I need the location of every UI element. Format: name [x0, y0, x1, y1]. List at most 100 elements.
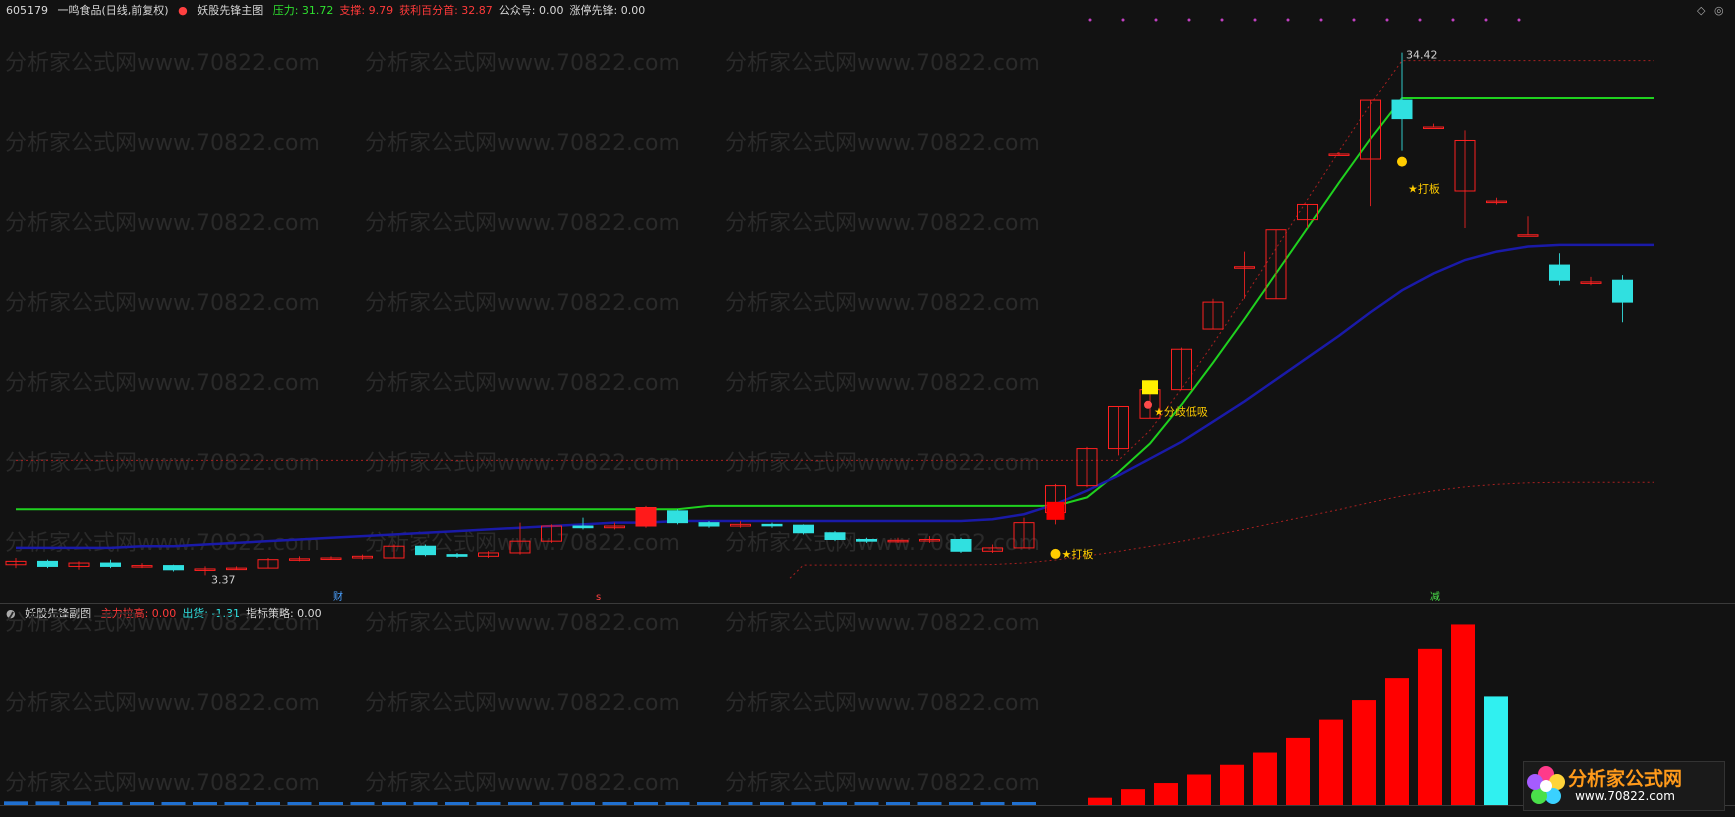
watermark-text: 分析家公式网www.70822.com	[365, 611, 680, 636]
top-dot-marker	[1121, 18, 1125, 22]
watermark-text: 分析家公式网www.70822.com	[5, 291, 320, 316]
watermark-text: 分析家公式网www.70822.com	[725, 51, 1040, 76]
volume-bar	[1154, 783, 1178, 805]
watermark-text: 分析家公式网www.70822.com	[5, 611, 320, 636]
volume-bar	[1286, 737, 1310, 805]
top-dot-marker	[1286, 18, 1290, 22]
volume-bar	[665, 802, 690, 805]
candle-body	[37, 560, 58, 567]
volume-bar	[1012, 802, 1036, 805]
candle-body	[100, 562, 121, 567]
upper-band-line	[16, 60, 1654, 461]
volume-bar	[193, 802, 217, 805]
candle-body	[698, 522, 720, 527]
volume-bar	[130, 802, 154, 805]
candle-body	[1612, 279, 1633, 303]
signal-fenshi-label: ★分歧低吸	[1154, 406, 1208, 419]
logo-title: 分析家公式网	[1568, 768, 1683, 790]
watermark-text: 分析家公式网www.70822.com	[5, 691, 320, 716]
watermark-text: 分析家公式网www.70822.com	[725, 771, 1040, 796]
volume-bar	[1088, 797, 1112, 805]
watermark-text: 分析家公式网www.70822.com	[725, 611, 1040, 636]
signal-daban-label: ★打板	[1062, 547, 1094, 561]
watermark-text: 分析家公式网www.70822.com	[365, 771, 680, 796]
price-chart-canvas[interactable]: 分析家公式网www.70822.com 分析家公式网www.70822.com 分析…	[0, 0, 1735, 817]
watermark-text: 分析家公式网www.70822.com	[365, 451, 680, 476]
watermark-text: 分析家公式网www.70822.com	[5, 371, 320, 396]
watermark-text: 分析家公式网www.70822.com	[365, 131, 680, 156]
volume-bar	[413, 802, 438, 805]
watermark-text: 分析家公式网www.70822.com	[365, 531, 680, 556]
volume-bar	[161, 802, 186, 805]
volume-bar	[760, 802, 784, 805]
watermark-text: 分析家公式网www.70822.com	[5, 771, 320, 796]
volume-bar	[917, 802, 942, 805]
marker-s: s	[596, 592, 601, 603]
volume-bar	[886, 802, 910, 805]
top-dot-marker	[1253, 18, 1257, 22]
top-dot-marker	[1451, 18, 1455, 22]
volume-bar	[1121, 789, 1145, 805]
volume-bar	[1418, 648, 1442, 805]
marker-cai: 财	[333, 590, 343, 603]
volume-bar	[1451, 624, 1475, 805]
top-dot-marker	[1220, 18, 1224, 22]
flower-logo-icon	[1524, 764, 1568, 808]
watermark-text: 分析家公式网www.70822.com	[365, 371, 680, 396]
watermark-text: 分析家公式网www.70822.com	[725, 211, 1040, 236]
volume-bar	[1187, 774, 1211, 805]
volume-bar	[445, 802, 469, 805]
volume-bar	[1319, 719, 1343, 805]
volume-bar	[4, 801, 28, 805]
volume-bar	[35, 801, 60, 805]
candle-body	[667, 510, 688, 524]
signal-daban-label-2: ★打板	[1408, 182, 1440, 196]
volume-bar	[697, 802, 721, 805]
watermark-text: 分析家公式网www.70822.com	[365, 291, 680, 316]
volume-bar	[980, 802, 1005, 805]
volume-bar	[476, 802, 501, 805]
watermark-text: 分析家公式网www.70822.com	[725, 291, 1040, 316]
watermark-text: 分析家公式网www.70822.com	[5, 451, 320, 476]
volume-bar	[1385, 678, 1409, 805]
volume-bar	[854, 802, 879, 805]
watermark-text: 分析家公式网www.70822.com	[5, 211, 320, 236]
watermark-text: 分析家公式网www.70822.com	[5, 131, 320, 156]
watermark-text: 分析家公式网www.70822.com	[5, 51, 320, 76]
high-price-label: 34.42	[1406, 49, 1438, 62]
volume-bar	[1220, 764, 1244, 805]
logo-url: www.70822.com	[1575, 789, 1675, 803]
volume-bar	[634, 802, 658, 805]
marker-jian: 减	[1430, 591, 1440, 603]
volume-bar	[571, 802, 595, 805]
candle-body	[1391, 99, 1413, 120]
candle-body	[761, 523, 783, 527]
volume-bar	[67, 801, 91, 805]
candle-body	[793, 524, 814, 534]
yellow-signal-box	[1142, 380, 1158, 395]
watermark-text: 分析家公式网www.70822.com	[725, 451, 1040, 476]
top-dot-marker	[1088, 18, 1092, 22]
volume-bar	[823, 802, 847, 805]
candle-body	[1517, 234, 1539, 237]
watermark-text: 分析家公式网www.70822.com	[5, 531, 320, 556]
watermark-text: 分析家公式网www.70822.com	[365, 691, 680, 716]
candle-body	[572, 525, 594, 529]
top-dot-marker	[1484, 18, 1488, 22]
wifi-signal-icon	[1144, 400, 1152, 409]
top-dot-marker	[1319, 18, 1323, 22]
candle-body	[163, 565, 184, 571]
watermark-text: 分析家公式网www.70822.com	[725, 371, 1040, 396]
volume-bar	[287, 802, 312, 805]
volume-bar	[1484, 696, 1508, 805]
low-price-label: 3.37	[211, 573, 236, 586]
candle-body	[824, 532, 846, 540]
volume-bar	[1253, 752, 1277, 805]
volume-bar	[319, 802, 343, 805]
volume-bar	[508, 802, 532, 805]
volume-bar	[98, 802, 123, 805]
watermark-text: 分析家公式网www.70822.com	[365, 211, 680, 236]
candle-body	[1423, 126, 1444, 130]
top-dot-marker	[1154, 18, 1158, 22]
volume-bar	[1352, 700, 1376, 805]
